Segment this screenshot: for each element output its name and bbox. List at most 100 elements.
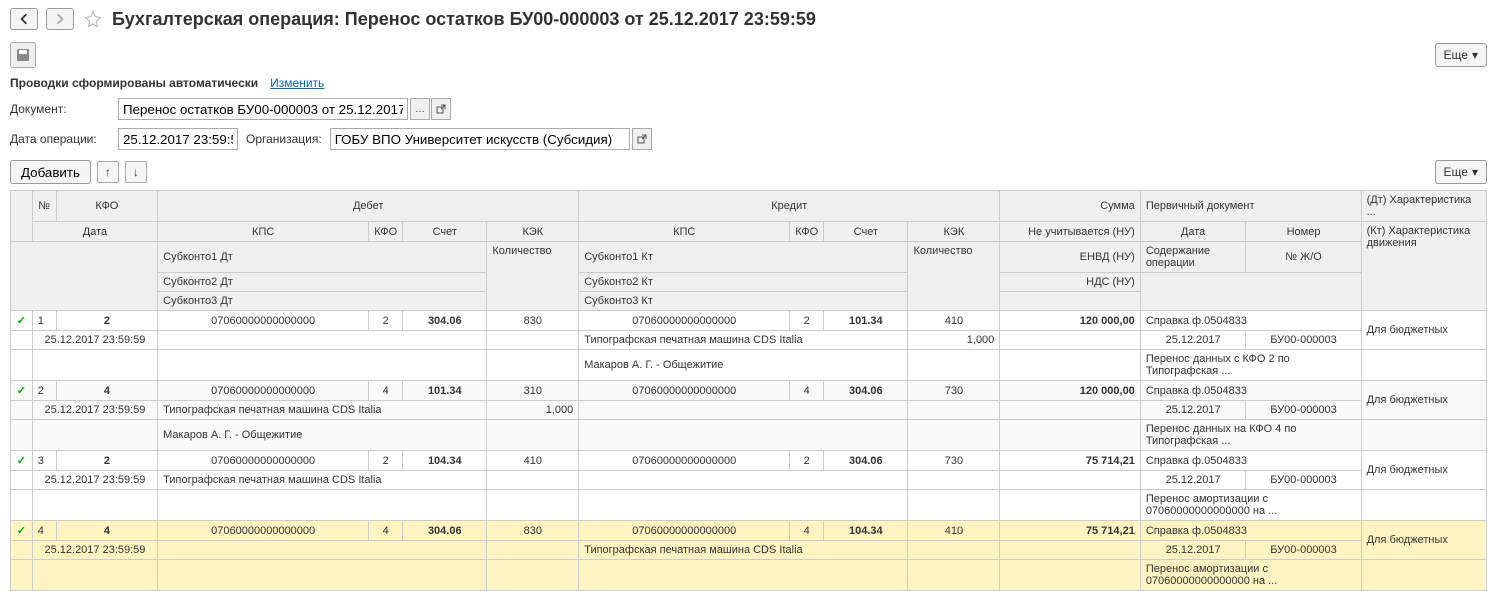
cell-date: 25.12.2017 23:59:59 <box>32 401 157 420</box>
col-n[interactable]: № <box>32 191 56 222</box>
table-row[interactable]: 25.12.2017 23:59:59 Типографская печатна… <box>11 331 1487 350</box>
cell-content: Перенос данных на КФО 4 по Типографская … <box>1140 420 1361 451</box>
cell-kfo: 4 <box>56 381 158 401</box>
col-date[interactable]: Дата <box>32 222 157 242</box>
table-row[interactable]: ✓ 4 4 07060000000000000 4 304.06 830 070… <box>11 521 1487 541</box>
col-qty-d[interactable]: Количество <box>487 242 579 311</box>
cell-d-kps: 07060000000000000 <box>158 311 369 331</box>
cell-doc-num: БУ00-000003 <box>1246 331 1361 350</box>
col-sub2-kt[interactable]: Субконто2 Кт <box>579 273 908 292</box>
move-up-button[interactable]: ↑ <box>97 161 119 183</box>
cell-date: 25.12.2017 23:59:59 <box>32 471 157 490</box>
table-row[interactable]: Перенос амортизации с 07060000000000000 … <box>11 560 1487 591</box>
back-button[interactable] <box>10 8 38 30</box>
col-kps-k[interactable]: КПС <box>579 222 790 242</box>
cell-char: Для бюджетных <box>1361 451 1486 490</box>
more-button-grid[interactable]: Еще▾ <box>1435 160 1487 184</box>
document-label: Документ: <box>10 102 110 116</box>
cell-k-sub1: Типографская печатная машина CDS Italia <box>579 541 908 560</box>
col-doc-num[interactable]: Номер <box>1246 222 1361 242</box>
document-input[interactable] <box>118 98 408 120</box>
favorite-star-icon[interactable] <box>82 8 104 30</box>
col-debit[interactable]: Дебет <box>158 191 579 222</box>
save-icon-button[interactable] <box>10 42 36 68</box>
change-link[interactable]: Изменить <box>270 76 324 90</box>
cell-d-sub2 <box>158 560 487 591</box>
table-row[interactable]: Макаров А. Г. - Общежитие Перенос данных… <box>11 420 1487 451</box>
col-op-content[interactable]: Содержание операции <box>1140 242 1246 273</box>
table-row[interactable]: 25.12.2017 23:59:59 Типографская печатна… <box>11 541 1487 560</box>
cell-d-sub1: Типографская печатная машина CDS Italia <box>158 401 487 420</box>
col-sub2-dt[interactable]: Субконто2 Дт <box>158 273 487 292</box>
cell-doc: Справка ф.0504833 <box>1140 381 1361 401</box>
table-row[interactable]: Макаров А. Г. - Общежитие Перенос данных… <box>11 350 1487 381</box>
col-kfo2-d[interactable]: КФО <box>369 222 403 242</box>
col-sub3-dt[interactable]: Субконто3 Дт <box>158 292 487 311</box>
document-open-button[interactable] <box>431 98 451 120</box>
cell-k-sub2 <box>579 560 908 591</box>
col-doc-date[interactable]: Дата <box>1140 222 1246 242</box>
cell-d-sub1: Типографская печатная машина CDS Italia <box>158 471 487 490</box>
table-row[interactable]: ✓ 2 4 07060000000000000 4 101.34 310 070… <box>11 381 1487 401</box>
cell-k-kps: 07060000000000000 <box>579 311 790 331</box>
col-acct-d[interactable]: Счет <box>403 222 487 242</box>
col-sub1-dt[interactable]: Субконто1 Дт <box>158 242 487 273</box>
cell-content: Перенос амортизации с 07060000000000000 … <box>1140 560 1361 591</box>
forward-button[interactable] <box>46 8 74 30</box>
cell-d-kfo: 4 <box>369 521 403 541</box>
table-row[interactable]: 25.12.2017 23:59:59 Типографская печатна… <box>11 401 1487 420</box>
col-kps-d[interactable]: КПС <box>158 222 369 242</box>
cell-k-qty <box>908 541 1000 560</box>
more-button-top[interactable]: Еще▾ <box>1435 43 1487 67</box>
cell-d-kfo: 2 <box>369 311 403 331</box>
col-envd[interactable]: ЕНВД (НУ) <box>1000 242 1141 273</box>
cell-n: 1 <box>32 311 56 331</box>
col-sub1-kt[interactable]: Субконто1 Кт <box>579 242 908 273</box>
col-char-dt[interactable]: (Дт) Характеристика ... <box>1361 191 1486 222</box>
col-primary-doc[interactable]: Первичный документ <box>1140 191 1361 222</box>
table-row[interactable]: 25.12.2017 23:59:59 Типографская печатна… <box>11 471 1487 490</box>
document-ellipsis-button[interactable]: … <box>410 98 430 120</box>
cell-k-kek: 410 <box>908 311 1000 331</box>
cell-d-qty <box>487 331 579 350</box>
col-sub3-kt[interactable]: Субконто3 Кт <box>579 292 908 311</box>
cell-date: 25.12.2017 23:59:59 <box>32 541 157 560</box>
date-input[interactable] <box>118 128 238 150</box>
col-acct-k[interactable]: Счет <box>824 222 908 242</box>
cell-k-kfo: 2 <box>790 451 824 471</box>
col-kek-k[interactable]: КЭК <box>908 222 1000 242</box>
col-nds[interactable]: НДС (НУ) <box>1000 273 1141 292</box>
cell-doc: Справка ф.0504833 <box>1140 311 1361 331</box>
col-not-counted[interactable]: Не учитывается (НУ) <box>1000 222 1141 242</box>
table-row[interactable]: Перенос амортизации с 07060000000000000 … <box>11 490 1487 521</box>
col-sum[interactable]: Сумма <box>1000 191 1141 222</box>
add-button[interactable]: Добавить <box>10 160 91 184</box>
org-open-button[interactable] <box>632 128 652 150</box>
cell-d-sub2 <box>158 490 487 521</box>
cell-d-sub2: Макаров А. Г. - Общежитие <box>158 420 487 451</box>
check-icon: ✓ <box>11 381 33 401</box>
cell-d-kek: 410 <box>487 451 579 471</box>
cell-sum: 75 714,21 <box>1000 521 1141 541</box>
col-kfo2-k[interactable]: КФО <box>790 222 824 242</box>
move-down-button[interactable]: ↓ <box>125 161 147 183</box>
col-credit[interactable]: Кредит <box>579 191 1000 222</box>
cell-k-kps: 07060000000000000 <box>579 451 790 471</box>
col-kek-d[interactable]: КЭК <box>487 222 579 242</box>
check-icon: ✓ <box>11 521 33 541</box>
org-input[interactable] <box>330 128 630 150</box>
cell-k-acct: 101.34 <box>824 311 908 331</box>
col-kfo[interactable]: КФО <box>56 191 158 222</box>
cell-d-qty <box>487 471 579 490</box>
cell-doc-date: 25.12.2017 <box>1140 331 1246 350</box>
table-row[interactable]: ✓ 1 2 07060000000000000 2 304.06 830 070… <box>11 311 1487 331</box>
check-icon: ✓ <box>11 451 33 471</box>
col-char-kt[interactable]: (Кт) Характеристика движения <box>1361 222 1486 311</box>
col-journal[interactable]: № Ж/О <box>1246 242 1361 273</box>
cell-char: Для бюджетных <box>1361 521 1486 560</box>
table-row[interactable]: ✓ 3 2 07060000000000000 2 104.34 410 070… <box>11 451 1487 471</box>
cell-doc-num: БУ00-000003 <box>1246 471 1361 490</box>
col-qty-k[interactable]: Количество <box>908 242 1000 311</box>
cell-sum: 120 000,00 <box>1000 381 1141 401</box>
cell-d-kek: 310 <box>487 381 579 401</box>
